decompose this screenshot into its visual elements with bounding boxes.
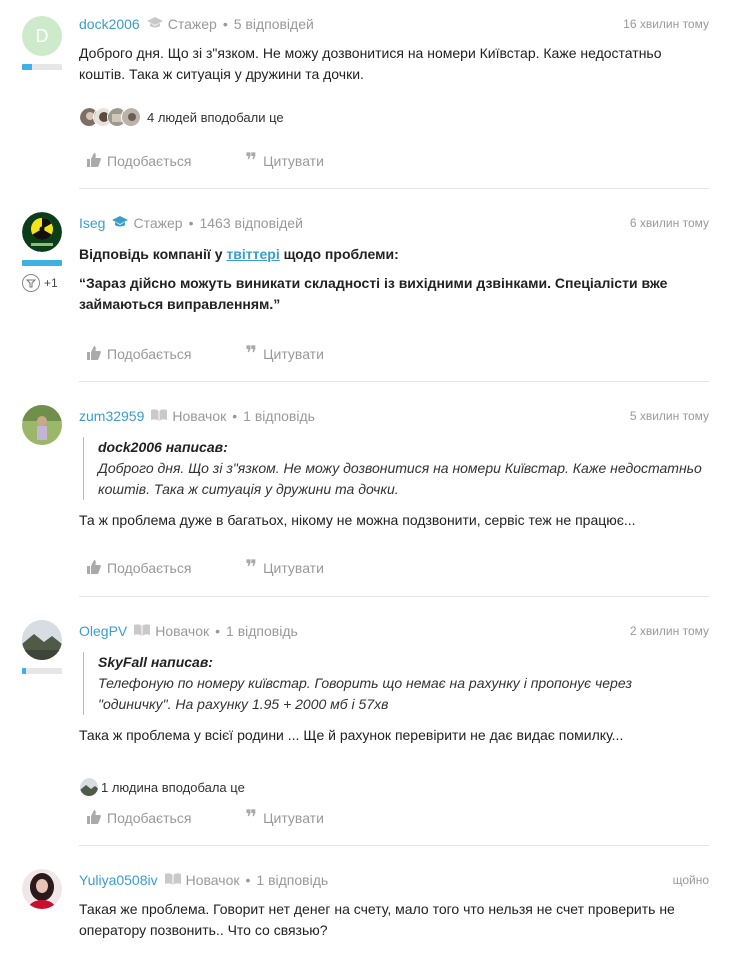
open-book-icon (133, 623, 151, 640)
quote-label: Цитувати (263, 346, 324, 362)
quote-button[interactable]: ❞ Цитувати (245, 343, 324, 365)
username[interactable]: OlegPV (79, 623, 127, 639)
quote-marks-icon: ❞ (245, 343, 258, 365)
thumbs-up-icon (87, 809, 101, 827)
rank-progress-bar (22, 668, 62, 674)
reply-count: 1 відповідь (243, 408, 315, 424)
quoted-message: SkyFall написав: Телефоную по номеру киї… (83, 652, 709, 715)
like-button[interactable]: Подобається (87, 345, 192, 363)
liker-avatar (121, 107, 141, 127)
post-time[interactable]: 6 хвилин тому (630, 216, 709, 230)
post-body: Такая же проблема. Говорит нет денег на … (79, 901, 675, 938)
thumbs-up-icon (87, 345, 101, 363)
quote-button[interactable]: ❞ Цитувати (245, 150, 324, 172)
avatar[interactable] (22, 405, 62, 445)
quote-text: Телефоную по номеру київстар. Говорить щ… (98, 675, 632, 712)
kudos-icon (22, 274, 40, 292)
quote-author: SkyFall написав: (98, 654, 213, 670)
like-label: Подобається (107, 560, 192, 576)
user-rank: Новачок (172, 408, 227, 424)
likers-row[interactable]: 1 людина вподобала це (79, 777, 709, 797)
post-body: Та ж проблема дуже в багатьох, нікому не… (79, 512, 636, 528)
post-body: Така ж проблема у всієї родини ... Ще й … (79, 727, 624, 743)
separator-dot: • (222, 16, 228, 32)
post-time[interactable]: 16 хвилин тому (623, 17, 709, 31)
rank-progress-bar (22, 260, 62, 266)
quote-label: Цитувати (263, 153, 324, 169)
post-time[interactable]: 2 хвилин тому (630, 624, 709, 638)
quote-button[interactable]: ❞ Цитувати (245, 807, 324, 829)
like-button[interactable]: Подобається (87, 559, 192, 577)
kudos-badge[interactable]: +1 (22, 274, 64, 292)
quote-label: Цитувати (263, 810, 324, 826)
post-time[interactable]: щойно (673, 873, 709, 887)
likers-count-text: 1 людина вподобала це (101, 779, 245, 795)
open-book-icon (164, 872, 182, 889)
user-rank: Стажер (133, 215, 183, 231)
post-body-line2: “Зараз дійсно можуть виникати складності… (79, 275, 668, 312)
separator-dot: • (188, 215, 194, 231)
reply-count: 5 відповідей (233, 16, 314, 32)
post-body: Доброго дня. Що зі з"язком. Не можу дозв… (79, 45, 662, 82)
quote-marks-icon: ❞ (245, 150, 258, 172)
text-fragment: Відповідь компанії у (79, 246, 227, 262)
landscape-avatar (22, 620, 62, 660)
user-photo-avatar (22, 405, 62, 445)
post-divider (79, 188, 709, 189)
likers-row[interactable]: 4 людей вподобали це (79, 107, 709, 127)
user-rank: Новачок (185, 872, 240, 888)
rank-progress-bar (22, 64, 62, 70)
username[interactable]: zum32959 (79, 408, 144, 424)
user-photo-avatar (22, 869, 62, 909)
quote-text: Доброго дня. Що зі з"язком. Не можу дозв… (98, 460, 702, 497)
avatar[interactable] (22, 869, 62, 909)
like-button[interactable]: Подобається (87, 152, 192, 170)
user-rank: Стажер (167, 16, 217, 32)
separator-dot: • (245, 872, 251, 888)
open-book-icon (150, 408, 168, 425)
reply-count: 1463 відповідей (199, 215, 303, 231)
avatar[interactable]: D (22, 16, 62, 56)
quote-author: dock2006 написав: (98, 439, 228, 455)
username[interactable]: Yuliya0508iv (79, 872, 158, 888)
like-label: Подобається (107, 810, 192, 826)
separator-dot: • (215, 623, 221, 639)
post-divider (79, 596, 709, 597)
liker-avatar (79, 777, 99, 797)
radiation-avatar-icon (22, 212, 62, 252)
quoted-message: dock2006 написав: Доброго дня. Що зі з"я… (83, 437, 709, 500)
thumbs-up-icon (87, 152, 101, 170)
username[interactable]: dock2006 (79, 16, 140, 32)
kudos-count: +1 (44, 276, 58, 290)
quote-label: Цитувати (263, 560, 324, 576)
post-divider (79, 381, 709, 382)
avatar[interactable] (22, 620, 62, 660)
avatar[interactable] (22, 212, 62, 252)
user-rank: Новачок (155, 623, 210, 639)
twitter-link[interactable]: твіттері (226, 246, 279, 262)
graduation-cap-icon (111, 215, 129, 232)
likers-count-text: 4 людей вподобали це (147, 109, 284, 125)
post-body-line1: Відповідь компанії у твіттері щодо пробл… (79, 244, 709, 265)
quote-marks-icon: ❞ (245, 557, 258, 579)
reply-count: 1 відповідь (256, 872, 329, 888)
quote-marks-icon: ❞ (245, 807, 258, 829)
graduation-cap-icon (146, 16, 164, 33)
post-time[interactable]: 5 хвилин тому (630, 409, 709, 423)
username[interactable]: Iseg (79, 215, 105, 231)
quote-button[interactable]: ❞ Цитувати (245, 557, 324, 579)
text-fragment: щодо проблеми: (279, 246, 399, 262)
thumbs-up-icon (87, 559, 101, 577)
separator-dot: • (232, 408, 238, 424)
reply-count: 1 відповідь (226, 623, 298, 639)
like-label: Подобається (107, 346, 192, 362)
like-label: Подобається (107, 153, 192, 169)
like-button[interactable]: Подобається (87, 809, 192, 827)
post-divider (79, 845, 709, 846)
